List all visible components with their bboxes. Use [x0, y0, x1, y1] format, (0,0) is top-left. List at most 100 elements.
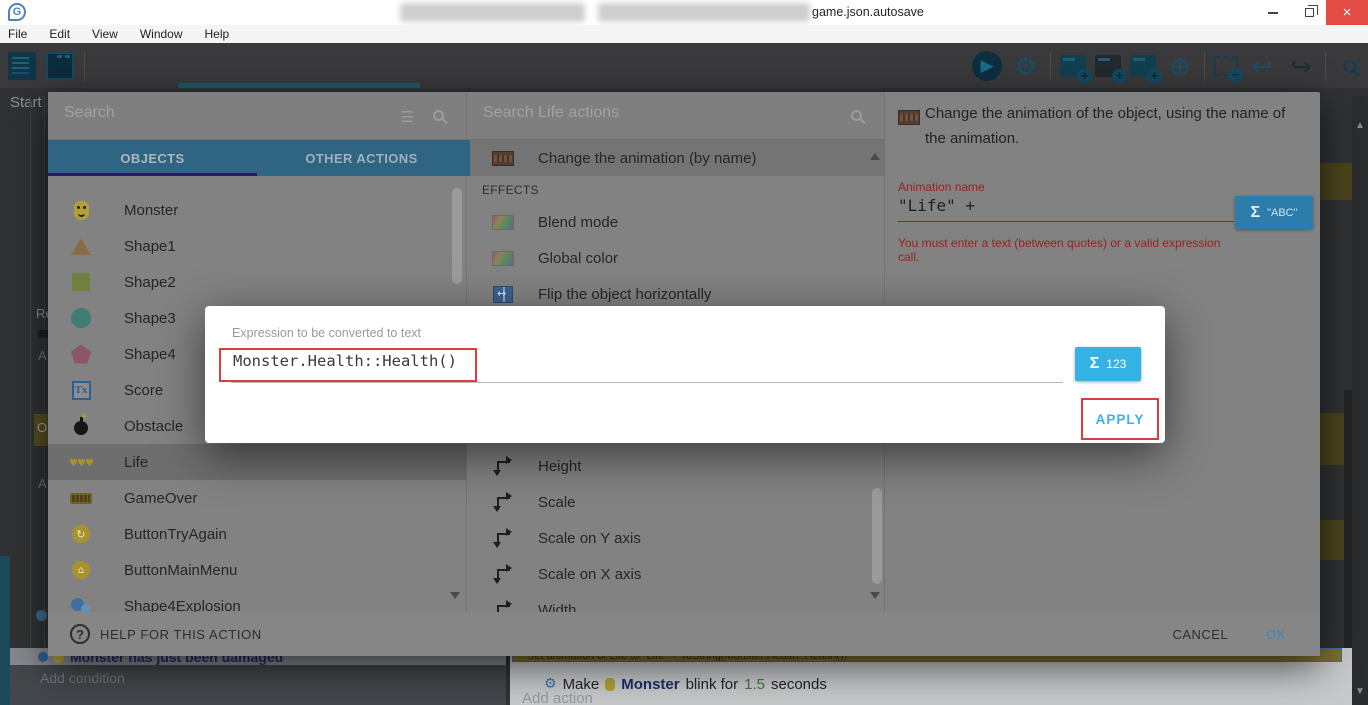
list-item-monster[interactable]: Monster	[48, 192, 466, 228]
list-item-scale-x[interactable]: Scale on X axis	[466, 556, 884, 592]
list-item-shape2[interactable]: Shape2	[48, 264, 466, 300]
selected-event-fragment	[1318, 163, 1352, 200]
minimize-icon[interactable]	[1256, 0, 1290, 25]
flip-icon	[493, 286, 513, 303]
cancel-button[interactable]: CANCEL	[1172, 627, 1228, 642]
object-search-bar: ☰	[48, 92, 466, 140]
section-header-effects: EFFECTS	[466, 176, 884, 204]
size-arrows-icon	[497, 569, 510, 582]
add-comment-icon[interactable]	[1130, 55, 1156, 77]
animation-name-input[interactable]	[898, 196, 1234, 222]
list-item-shape1[interactable]: Shape1	[48, 228, 466, 264]
list-item-height[interactable]: Height	[466, 448, 884, 484]
menu-bar: File Edit View Window Help	[0, 25, 1368, 43]
explosion-icon	[71, 598, 91, 612]
remove-event-icon[interactable]	[1214, 56, 1238, 76]
search-icon	[433, 108, 444, 126]
ok-button[interactable]: OK	[1266, 627, 1286, 642]
search-events-icon[interactable]	[1343, 60, 1356, 73]
action-search-input[interactable]	[483, 104, 783, 122]
scroll-down-icon[interactable]	[450, 592, 460, 604]
object-icon-fragment	[36, 610, 47, 621]
menu-edit[interactable]: Edit	[38, 27, 81, 41]
apply-button[interactable]: APPLY	[1096, 412, 1145, 427]
scene-tab-indicator	[178, 83, 420, 88]
triangle-icon	[71, 238, 91, 255]
menu-file[interactable]: File	[0, 27, 38, 41]
redo-icon[interactable]: ↪	[1286, 51, 1316, 81]
action-search-bar	[467, 92, 884, 140]
circle-icon	[71, 308, 91, 328]
scene-editor-icon[interactable]	[46, 52, 74, 80]
add-circle-icon[interactable]: ⊕	[1165, 51, 1195, 81]
tab-objects[interactable]: OBJECTS	[48, 140, 257, 176]
scroll-down-icon[interactable]	[870, 592, 880, 604]
size-arrows-icon	[497, 605, 510, 612]
window-title: game.json.autosave	[812, 5, 924, 19]
debug-icon[interactable]: ⚙	[1011, 51, 1041, 81]
scroll-up-icon[interactable]: ▲	[1354, 120, 1366, 131]
event-text-fragment: A	[38, 476, 47, 491]
action-text: seconds	[771, 676, 827, 693]
action-description: Change the animation of the object, usin…	[925, 101, 1301, 151]
size-arrows-icon	[497, 533, 510, 546]
play-icon[interactable]: ▶	[972, 51, 1002, 81]
toolbar-divider	[1325, 51, 1326, 81]
scroll-down-icon[interactable]: ▼	[1354, 686, 1366, 697]
list-item-buttonmainmenu[interactable]: ButtonMainMenu	[48, 552, 466, 588]
expression-abc-button[interactable]: Σ "ABC"	[1235, 196, 1313, 229]
add-action-link[interactable]: Add action	[522, 690, 593, 705]
tab-other-actions[interactable]: OTHER ACTIONS	[257, 140, 466, 176]
list-item-change-animation[interactable]: Change the animation (by name)	[466, 140, 884, 176]
scene-tab-start[interactable]: Start	[10, 94, 42, 111]
action-list-scrollbar[interactable]	[872, 488, 882, 584]
condition-icon	[38, 652, 48, 662]
list-item-shape4explosion[interactable]: Shape4Explosion	[48, 588, 466, 612]
text-object-icon	[72, 381, 91, 400]
list-item-scale-y[interactable]: Scale on Y axis	[466, 520, 884, 556]
help-icon[interactable]: ?	[70, 624, 90, 644]
title-bar: G game.json.autosave ×	[0, 0, 1368, 25]
add-subevent-icon[interactable]	[1095, 55, 1121, 77]
project-manager-icon[interactable]	[8, 52, 36, 80]
filter-icon[interactable]: ☰	[401, 108, 414, 126]
scroll-up-icon[interactable]	[870, 148, 880, 160]
undo-icon[interactable]: ↩	[1247, 51, 1277, 81]
menu-help[interactable]: Help	[194, 27, 241, 41]
square-icon	[72, 273, 90, 291]
add-event-icon[interactable]	[1060, 55, 1086, 77]
list-item-life[interactable]: Life	[48, 444, 466, 480]
object-list-scrollbar[interactable]	[452, 188, 462, 284]
search-icon	[851, 108, 862, 126]
expression-editor-modal: Expression to be converted to text Σ 123…	[205, 306, 1165, 443]
hearts-icon	[69, 453, 93, 471]
expression-123-button[interactable]: Σ 123	[1075, 347, 1141, 381]
toolbar-divider	[1204, 51, 1205, 81]
list-item-scale[interactable]: Scale	[466, 484, 884, 520]
menu-view[interactable]: View	[81, 27, 129, 41]
list-item-blend-mode[interactable]: Blend mode	[466, 204, 884, 240]
help-for-action-link[interactable]: HELP FOR THIS ACTION	[100, 627, 262, 642]
animation-name-label: Animation name	[898, 180, 985, 194]
actions-column: Set animation of Life to "Life" + ToStri…	[510, 648, 1352, 705]
redacted-title-blur	[400, 3, 585, 22]
restore-icon[interactable]	[1292, 0, 1326, 25]
main-toolbar: ▶ ⚙ ⊕ ↩ ↪	[0, 43, 1368, 88]
field-error-text: You must enter a text (between quotes) o…	[898, 236, 1243, 264]
list-item-global-color[interactable]: Global color	[466, 240, 884, 276]
event-sheet-scrollbar-track	[1344, 390, 1352, 656]
close-icon[interactable]: ×	[1326, 0, 1368, 25]
event-tree-line	[44, 96, 45, 656]
list-item-gameover[interactable]: GameOver	[48, 480, 466, 516]
toolbar-divider	[1050, 51, 1051, 81]
event-sheet-scrollbar[interactable]	[1352, 96, 1368, 705]
object-search-input[interactable]	[64, 104, 364, 122]
menu-window[interactable]: Window	[129, 27, 194, 41]
list-item-width[interactable]: Width	[466, 592, 884, 612]
input-underline	[231, 382, 1063, 383]
add-condition-link[interactable]: Add condition	[40, 670, 125, 686]
event-selection-bar	[0, 556, 10, 705]
expression-input[interactable]	[233, 352, 1053, 370]
list-item-buttontryagain[interactable]: ButtonTryAgain	[48, 516, 466, 552]
briefcase-icon	[38, 330, 48, 338]
